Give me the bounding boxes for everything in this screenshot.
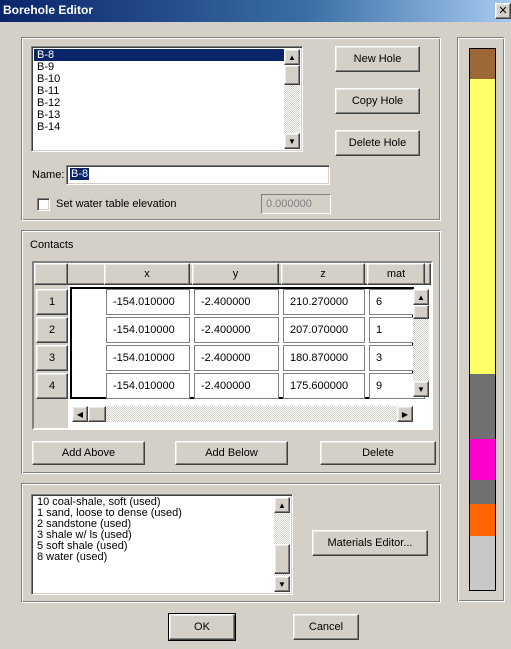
window-title: Borehole Editor [3,3,94,17]
materials-editor-label: Materials Editor... [327,537,413,549]
arrow-down-icon: ▼ [417,384,425,394]
new-hole-label: New Hole [353,53,402,65]
water-table-checkbox[interactable] [37,198,50,211]
delete-contact-button[interactable]: Delete [320,441,436,465]
copy-hole-label: Copy Hole [351,95,404,107]
hole-list-scrollbar[interactable]: ▲ ▼ [284,49,300,149]
cell-z[interactable]: 180.870000 [283,345,365,371]
mat-scroll-up-button[interactable]: ▲ [274,497,290,513]
column-layer [470,439,495,480]
scroll-up-button[interactable]: ▲ [284,49,300,65]
materials-list[interactable]: 10 coal-shale, soft (used) 1 sand, loose … [31,494,293,595]
scroll-down-button[interactable]: ▼ [284,133,300,149]
close-icon: ✕ [498,5,508,17]
add-above-button[interactable]: Add Above [32,441,145,465]
water-table-field: 0.000000 [261,194,331,214]
contacts-group-label: Contacts [30,239,74,251]
mat-scroll-thumb[interactable] [274,544,290,574]
row-header[interactable]: 1 [36,289,68,315]
cell-y[interactable]: -2.400000 [194,289,279,315]
column-layer [470,79,495,374]
cell-z[interactable]: 207.070000 [283,317,365,343]
row-header[interactable]: 3 [36,345,68,371]
borehole-column [469,48,496,591]
material-list-item[interactable]: 8 water (used) [34,552,274,563]
title-bar: Borehole Editor ✕ [0,0,511,22]
delete-contact-label: Delete [362,447,394,459]
grid-scroll-down-button[interactable]: ▼ [413,381,429,397]
column-header-x[interactable]: x [104,263,190,285]
arrow-down-icon: ▼ [278,579,286,589]
copy-hole-button[interactable]: Copy Hole [335,88,420,114]
arrow-right-icon: ▶ [401,409,409,419]
mat-scroll-down-button[interactable]: ▼ [274,576,290,592]
materials-editor-button[interactable]: Materials Editor... [312,530,428,556]
scroll-thumb[interactable] [284,65,300,85]
hole-list-item[interactable]: B-13 [34,109,284,121]
grid-scroll-left-button[interactable]: ◀ [72,406,88,422]
hole-list-item[interactable]: B-14 [34,121,284,133]
cell-x[interactable]: -154.010000 [106,345,190,371]
column-layer [470,49,495,79]
cell-y[interactable]: -2.400000 [194,373,279,399]
hole-list-item[interactable]: B-8 [34,49,284,61]
column-layer [470,374,495,439]
column-header-y[interactable]: y [192,263,279,285]
cancel-label: Cancel [308,621,344,633]
cell-z[interactable]: 175.600000 [283,373,365,399]
arrow-up-icon: ▲ [288,52,296,62]
cell-y[interactable]: -2.400000 [194,317,279,343]
ok-button[interactable]: OK [168,613,236,641]
column-header-mat[interactable]: mat [367,263,425,285]
column-layer [470,536,495,590]
water-table-value: 0.000000 [266,198,312,210]
hole-list[interactable]: B-8 B-9 B-10 B-11 B-12 B-13 B-14 ▲ ▼ [31,46,303,152]
cell-x[interactable]: -154.010000 [106,373,190,399]
row-header[interactable]: 2 [36,317,68,343]
name-field[interactable]: B-8 [66,165,330,185]
grid-vscrollbar[interactable]: ▲ ▼ [413,289,429,397]
arrow-left-icon: ◀ [76,409,84,419]
contacts-grid-body: x y z mat 1 -154.010000 -2.400000 210.270000 6 2-… [34,263,431,428]
grid-scroll-up-button[interactable]: ▲ [413,289,429,305]
grid-scroll-right-button[interactable]: ▶ [397,406,413,422]
column-layer [470,504,495,536]
hole-list-item[interactable]: B-10 [34,73,284,85]
hole-list-items: B-8 B-9 B-10 B-11 B-12 B-13 B-14 [34,49,284,133]
arrow-up-icon: ▲ [278,500,286,510]
grid-hscroll-thumb[interactable] [88,406,106,422]
column-header-z[interactable]: z [281,263,365,285]
materials-list-items: 10 coal-shale, soft (used) 1 sand, loose … [34,497,274,563]
cell-y[interactable]: -2.400000 [194,345,279,371]
arrow-down-icon: ▼ [288,136,296,146]
delete-hole-label: Delete Hole [348,137,407,149]
close-button[interactable]: ✕ [495,3,511,19]
arrow-up-icon: ▲ [417,292,425,302]
add-below-button[interactable]: Add Below [175,441,288,465]
cell-x[interactable]: -154.010000 [106,317,190,343]
add-above-label: Add Above [61,447,116,459]
hole-list-item[interactable]: B-11 [34,85,284,97]
materials-scrollbar[interactable]: ▲ ▼ [274,497,290,592]
hole-list-item[interactable]: B-9 [34,61,284,73]
delete-hole-button[interactable]: Delete Hole [335,130,420,156]
cancel-button[interactable]: Cancel [293,614,359,640]
name-field-value: B-8 [70,168,90,180]
add-below-label: Add Below [205,447,258,459]
cell-z[interactable]: 210.270000 [283,289,365,315]
new-hole-button[interactable]: New Hole [335,46,420,72]
grid-corner [34,263,68,285]
grid-hscrollbar[interactable]: ◀ ▶ [72,406,413,422]
cell-x[interactable]: -154.010000 [106,289,190,315]
grid-vscroll-thumb[interactable] [413,305,429,319]
water-table-label: Set water table elevation [56,198,177,210]
contacts-grid[interactable]: x y z mat 1 -154.010000 -2.400000 210.270000 6 2-… [32,261,433,430]
column-layer [470,480,495,504]
hole-list-item[interactable]: B-12 [34,97,284,109]
name-label: Name: [32,169,65,181]
ok-label: OK [194,621,210,633]
row-header[interactable]: 4 [36,373,68,399]
